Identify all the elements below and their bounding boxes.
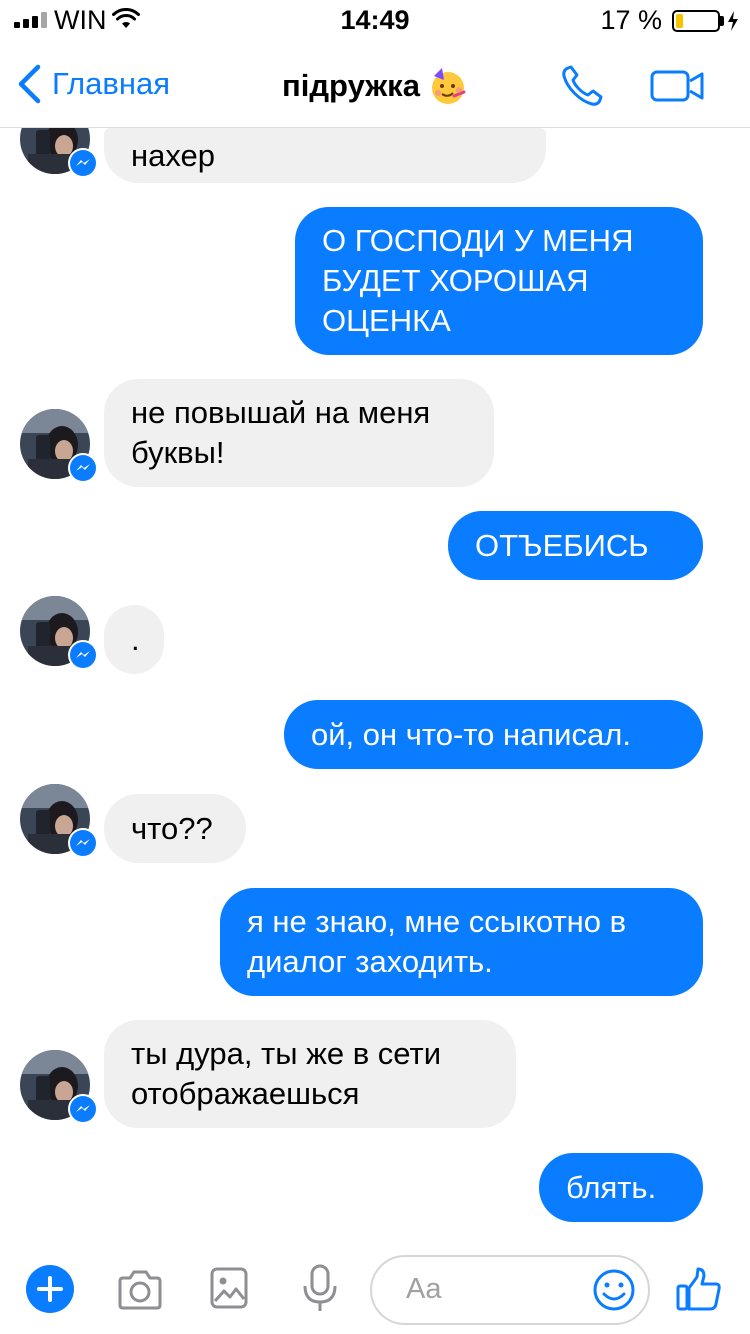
message-input[interactable]: Aa [370,1255,650,1325]
battery-percent: 17 % [600,5,662,35]
message-thread[interactable]: нахер О ГОСПОДИ У МЕНЯ БУДЕТ ХОРОШАЯ ОЦЕН… [0,128,750,1244]
conversation-title[interactable]: підружка [0,66,750,106]
incoming-message-bubble[interactable]: что?? [104,794,246,863]
messenger-badge-icon [68,640,98,670]
battery-icon [672,10,720,32]
message-text: блять. [566,1169,657,1205]
message-text: О ГОСПОДИ У МЕНЯ БУДЕТ ХОРОШАЯ ОЦЕНКА [322,223,634,338]
outgoing-message-bubble[interactable]: ой, он что-то написал. [284,700,703,769]
more-actions-button[interactable] [26,1265,74,1313]
message-text: ОТЪЕБИСЬ [475,527,649,563]
video-camera-icon[interactable] [650,68,704,104]
incoming-message-bubble[interactable]: нахер [104,128,546,183]
message-text: не повышай на меня буквы! [131,395,431,470]
charging-bolt-icon [728,11,738,31]
smiley-icon[interactable] [592,1268,636,1312]
partying-face-emoji [431,68,466,104]
messenger-badge-icon [68,1094,98,1124]
photo-icon[interactable] [210,1267,248,1309]
incoming-message-bubble[interactable]: ты дура, ты же в сети отображаешься [104,1020,516,1128]
message-text: нахер [131,137,215,173]
messenger-badge-icon [68,828,98,858]
message-text: я не знаю, мне ссыкотно в диалог заходит… [247,904,627,979]
outgoing-message-bubble[interactable]: блять. [539,1153,703,1222]
microphone-icon[interactable] [300,1264,340,1314]
conversation-header: Главная підружка [0,40,750,128]
message-input-placeholder: Aa [406,1273,442,1305]
messenger-badge-icon [68,453,98,483]
outgoing-message-bubble[interactable]: я не знаю, мне ссыкотно в диалог заходит… [220,888,703,996]
camera-icon[interactable] [116,1269,164,1311]
incoming-message-bubble[interactable]: не повышай на меня буквы! [104,379,494,487]
composer-bar: Aa [0,1244,750,1334]
message-text: ой, он что-то написал. [311,716,631,752]
thumbs-up-icon[interactable] [676,1266,722,1312]
message-text: . [131,621,140,657]
plus-icon [37,1276,63,1302]
battery-tip [720,16,724,26]
outgoing-message-bubble[interactable]: ОТЪЕБИСЬ [448,511,703,580]
message-text: ты дура, ты же в сети отображаешься [131,1036,442,1111]
message-text: что?? [131,810,213,846]
phone-icon[interactable] [558,62,606,110]
status-bar: WIN 14:49 17 % [0,0,750,40]
incoming-message-bubble[interactable]: . [104,605,164,674]
outgoing-message-bubble[interactable]: О ГОСПОДИ У МЕНЯ БУДЕТ ХОРОШАЯ ОЦЕНКА [295,207,703,355]
contact-name: підружка [282,68,420,103]
messenger-badge-icon [68,148,98,178]
